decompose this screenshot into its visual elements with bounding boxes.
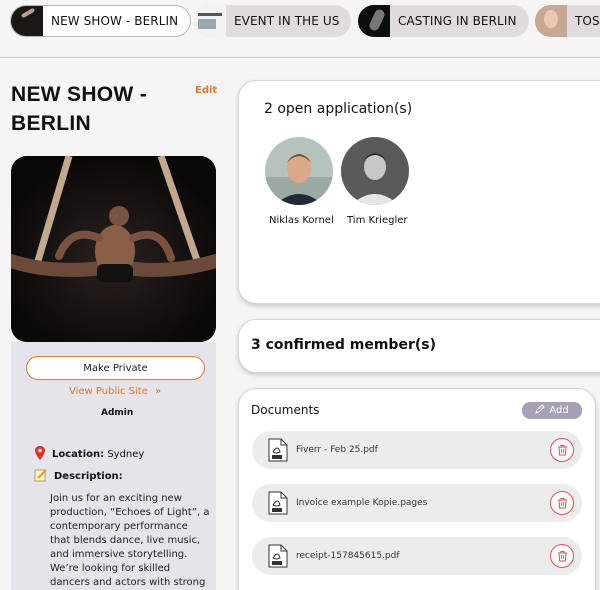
confirmed-members-title: 3 confirmed member(s) [251,337,436,353]
tab-event-in-the-us[interactable]: EVENT IN THE US [194,5,352,37]
description-row: Description: [34,468,123,485]
pdf-file-icon [268,438,288,462]
make-private-button[interactable]: Make Private [26,356,205,380]
tab-label: CASTING IN BERLIN [398,14,517,28]
pdf-file-icon [268,491,288,515]
tab-label: EVENT IN THE US [234,14,340,28]
edit-link[interactable]: Edit [195,85,217,96]
trash-icon[interactable] [550,438,574,462]
documents-title: Documents [251,403,320,417]
applicant-name: Tim Kriegler [347,215,408,226]
applicant-name: Niklas Kornel [269,215,334,226]
description-label: Description: [54,471,123,482]
add-label: Add [549,405,569,416]
open-applications-title: 2 open application(s) [264,101,413,117]
pdf-file-icon [268,544,288,568]
role-label: Admin [101,408,134,418]
location-value: Sydney [107,449,145,460]
add-document-button[interactable]: Add [522,402,582,419]
tab-label: NEW SHOW - BERLIN [51,14,179,28]
document-name: receipt-157845615.pdf [296,551,400,561]
portrait-thumbnail [535,5,567,37]
applicant-avatar[interactable] [265,137,333,205]
tab-tosk[interactable]: TOSK [535,5,600,37]
webpage-thumbnail [194,5,226,37]
view-public-site-link[interactable]: View Public Site » [69,386,161,397]
pencil-icon [535,404,546,417]
document-row[interactable]: Fiverr - Feb 25.pdf [252,431,582,469]
show-cover-photo [11,156,216,342]
trash-icon[interactable] [550,544,574,568]
document-row[interactable]: Invoice example Kopie.pages [252,484,582,522]
show-title: NEW SHOW - BERLIN [11,83,147,135]
double-chevron-right-icon: » [155,386,162,397]
tab-casting-in-berlin[interactable]: CASTING IN BERLIN [358,5,529,37]
trash-icon[interactable] [550,491,574,515]
location-row: Location: Sydney [34,446,144,463]
description-text: Join us for an exciting new production, … [50,493,210,588]
map-pin-icon [34,446,46,463]
tab-new-show-berlin[interactable]: NEW SHOW - BERLIN [10,5,192,37]
memo-icon [34,468,48,485]
show-tabs-bar: NEW SHOW - BERLIN EVENT IN THE US CASTIN… [0,0,600,58]
aerial-dancer-thumbnail [11,6,43,36]
document-name: Fiverr - Feb 25.pdf [296,445,378,455]
applicant-avatar[interactable] [341,137,409,205]
performer-thumbnail [358,5,390,37]
view-public-site-label: View Public Site [69,386,148,397]
tab-label: TOSK [575,14,600,28]
document-row[interactable]: receipt-157845615.pdf [252,537,582,575]
document-name: Invoice example Kopie.pages [296,498,428,508]
location-label: Location: [52,449,105,460]
